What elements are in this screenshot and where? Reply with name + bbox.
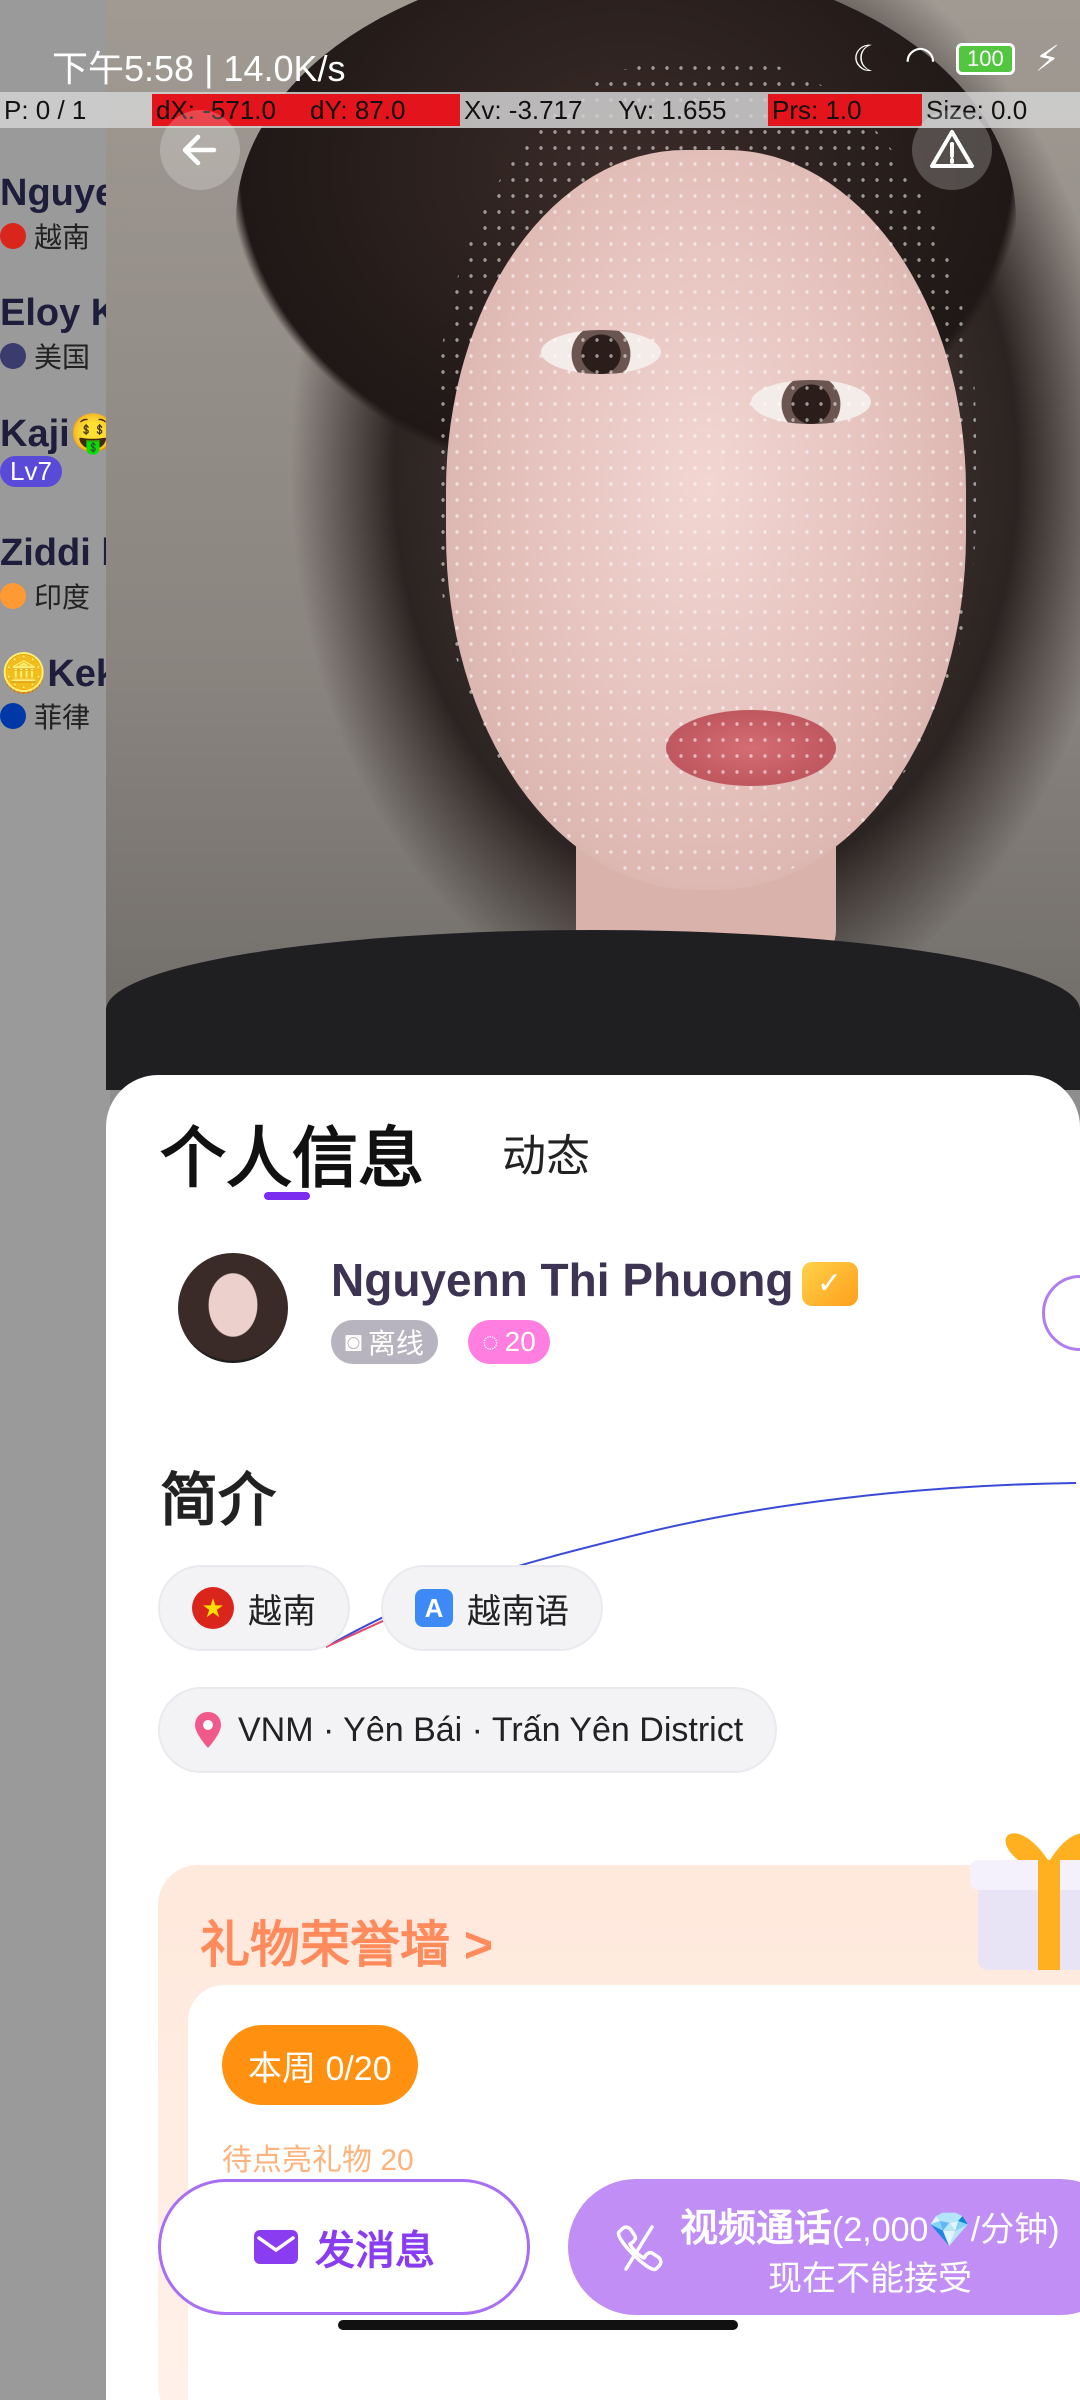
list-item-name: Kaji🤑 — [0, 413, 110, 455]
photo-sparkle-effect — [436, 60, 976, 880]
pointer-debug-overlay: P: 0 / 1 dX: -571.0 dY: 87.0 Xv: -3.717 … — [0, 92, 1080, 128]
pending-gifts-text: 待点亮礼物 20 — [222, 2144, 414, 2177]
wifi-icon: ◠ — [904, 38, 936, 79]
follow-button[interactable] — [1042, 1275, 1080, 1351]
list-item-country: 印度 — [34, 582, 91, 613]
warning-icon — [930, 130, 974, 168]
photo-shirt — [106, 930, 1080, 1090]
list-item-country: 美国 — [34, 342, 91, 373]
list-item: Ziddi b 印度 — [0, 532, 110, 622]
flag-icon — [0, 583, 26, 609]
gift-box-icon — [970, 1833, 1080, 1970]
debug-dy: dY: 87.0 — [306, 94, 460, 126]
video-call-button[interactable]: 视频通话(2,000💎/分钟) 现在不能接受 — [568, 2179, 1080, 2315]
chat-count-badge: ◌ 20 — [468, 1320, 550, 1364]
send-message-label: 发消息 — [315, 2229, 435, 2273]
profile-name: Nguyenn Thi Phuong ✓ — [331, 1253, 858, 1307]
report-button[interactable] — [912, 110, 992, 190]
debug-pointer: P: 0 / 1 — [4, 95, 87, 125]
profile-sheet: 个人信息 动态 Nguyenn Thi Phuong ✓ ◙ 离线 ◌ 20 简介 ★… — [106, 1075, 1080, 2400]
online-status-badge: ◙ 离线 — [331, 1320, 438, 1364]
debug-prs: Prs: 1.0 — [768, 94, 922, 126]
profile-name-text: Nguyenn Thi Phuong — [331, 1254, 794, 1306]
list-item: Eloy K 美国 — [0, 292, 110, 382]
verified-icon: ✓ — [801, 1261, 858, 1306]
moon-icon: ☾ — [852, 38, 885, 79]
home-indicator[interactable] — [338, 2320, 738, 2330]
send-message-button[interactable]: 发消息 — [158, 2179, 530, 2315]
status-bar: 下午5:58 | 14.0K/s ☾ ◠ 100 ⚡ — [0, 0, 1080, 92]
list-item-name: Eloy K — [0, 292, 110, 334]
mail-icon — [254, 2230, 298, 2264]
video-call-title: 视频通话(2,000💎/分钟) — [680, 2197, 1060, 2252]
charging-icon: ⚡ — [1034, 38, 1060, 79]
flag-icon — [0, 343, 26, 369]
status-robot-icon: ◙ — [345, 1326, 362, 1357]
back-button[interactable] — [160, 110, 240, 190]
arrow-left-icon — [182, 134, 217, 166]
location-pin-icon — [195, 1712, 221, 1748]
battery-icon: 100 — [956, 43, 1015, 75]
active-tab-indicator — [264, 1192, 310, 1200]
chat-count-text: 20 — [504, 1326, 536, 1357]
video-call-label: 视频通话 — [680, 2208, 833, 2250]
flag-icon — [0, 703, 26, 729]
chat-bubble-icon: ◌ — [482, 1326, 499, 1357]
debug-xv: Xv: -3.717 — [464, 95, 583, 125]
language-icon: A — [415, 1589, 453, 1627]
debug-yv: Yv: 1.655 — [618, 95, 727, 125]
list-item-country: 越南 — [34, 222, 91, 253]
location-text: VNM · Yên Bái · Trấn Yên District — [238, 1710, 744, 1749]
gift-wall-title[interactable]: 礼物荣誉墙 > — [200, 1905, 493, 1977]
intro-heading: 简介 — [160, 1468, 277, 1533]
level-badge: Lv7 — [0, 456, 62, 487]
avatar[interactable] — [178, 1253, 288, 1363]
phone-disabled-icon — [617, 2225, 663, 2271]
list-item-country: 菲律 — [34, 702, 91, 733]
list-item-name: Ziddi b — [0, 532, 110, 574]
background-user-list: Nguye 越南 Eloy K 美国 Kaji🤑 Lv7 Ziddi b 印度 … — [0, 0, 110, 2400]
vietnam-flag-icon: ★ — [192, 1587, 234, 1629]
country-chip: ★ 越南 — [158, 1565, 350, 1651]
location-chip: VNM · Yên Bái · Trấn Yên District — [158, 1687, 778, 1773]
video-call-rate: (2,000💎/分钟) — [832, 2211, 1060, 2249]
list-item: 🪙Kek 菲律 — [0, 652, 110, 742]
tab-profile-info[interactable]: 个人信息 — [160, 1105, 424, 1201]
list-item: Nguye 越南 — [0, 172, 110, 262]
status-text: 离线 — [367, 1328, 424, 1359]
flag-icon — [0, 223, 26, 249]
status-time: 下午5:58 | 14.0K/s — [52, 48, 346, 89]
language-text: 越南语 — [467, 1592, 569, 1631]
list-item-name: Nguye — [0, 172, 110, 214]
tab-moments[interactable]: 动态 — [502, 1120, 590, 1184]
country-text: 越南 — [248, 1592, 316, 1631]
list-item-name: 🪙Kek — [0, 653, 110, 695]
video-call-status: 现在不能接受 — [768, 2260, 972, 2298]
list-item: Kaji🤑 Lv7 — [0, 412, 110, 502]
weekly-gift-progress: 本周 0/20 — [222, 2025, 418, 2105]
language-chip: A 越南语 — [381, 1565, 603, 1651]
